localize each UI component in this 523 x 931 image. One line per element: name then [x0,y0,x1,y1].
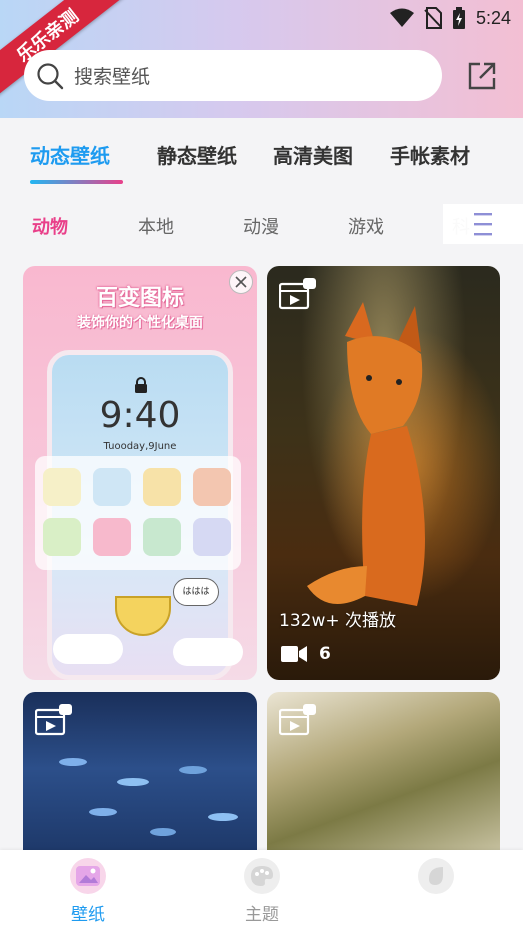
cartoon-app-icon [143,468,181,506]
lock-icon [135,377,147,393]
tab-dynamic-wallpaper[interactable]: 动态壁纸 [30,140,110,169]
wallpaper-card-abstract[interactable] [267,692,500,850]
app-icon-grid [35,456,241,570]
nav-theme[interactable]: 主题 [222,858,302,925]
video-count-value: 6 [319,644,331,664]
wallpaper-grid: 百变图标 装饰你的个性化桌面 9:40 Tuooday,9June ははは 13… [0,258,523,850]
main-tabs: 动态壁纸 静态壁纸 高清美图 手帐素材 [0,118,523,190]
cloud-decoration [53,634,123,664]
phone-time: 9:40 [99,395,181,436]
active-tab-indicator [30,180,123,184]
nav-wallpaper-label: 壁纸 [71,905,105,925]
ad-close-button[interactable] [229,270,253,294]
ad-subtitle: 装饰你的个性化桌面 [77,315,203,331]
category-menu-button[interactable] [443,204,523,244]
cartoon-app-icon [43,468,81,506]
profile-icon [418,858,454,894]
cartoon-app-icon [193,518,231,556]
no-sim-icon [424,7,442,29]
share-icon[interactable] [466,60,498,92]
dynamic-wallpaper-badge-icon [35,704,72,736]
phone-date: Tuooday,9June [103,441,177,452]
category-tab-animals[interactable]: 动物 [32,213,68,239]
cartoon-app-icon [93,468,131,506]
nav-profile[interactable] [396,858,476,900]
cartoon-app-icon [143,518,181,556]
search-placeholder: 搜索壁纸 [74,66,151,88]
cartoon-app-icon [93,518,131,556]
ad-title: 百变图标 [95,286,184,311]
ad-card[interactable]: 百变图标 装饰你的个性化桌面 9:40 Tuooday,9June ははは [23,266,257,680]
status-time: 5:24 [475,7,511,28]
category-tabs: 动物 本地 动漫 游戏 科 [0,190,523,258]
bottom-navigation: 壁纸 主题 [0,850,523,931]
battery-charging-icon [452,7,465,29]
search-icon [37,62,64,89]
category-tab-local[interactable]: 本地 [138,213,174,239]
category-tab-games[interactable]: 游戏 [348,213,384,239]
cartoon-app-icon [43,518,81,556]
wifi-icon [389,8,414,27]
close-icon [235,276,247,288]
search-box[interactable]: 搜索壁纸 [24,50,442,101]
nav-wallpaper[interactable]: 壁纸 [48,858,128,925]
dynamic-wallpaper-badge-icon [279,704,316,736]
cloud-decoration [173,638,243,666]
video-count: 6 [281,644,331,664]
wallpaper-card-fox[interactable]: 132w+ 次播放 6 [267,266,500,680]
speech-bubble: ははは [173,578,219,606]
play-count: 132w+ 次播放 [279,611,396,631]
tab-journal-materials[interactable]: 手帐素材 [390,140,470,169]
category-tab-anime[interactable]: 动漫 [243,213,279,239]
wallpaper-nav-icon [70,858,106,894]
tab-static-wallpaper[interactable]: 静态壁纸 [157,140,237,169]
nav-theme-label: 主题 [245,905,279,925]
status-bar: 5:24 [389,6,511,30]
header: 乐乐亲测 5:24 搜索壁纸 [0,0,523,118]
cartoon-app-icon [193,468,231,506]
wallpaper-card-fish[interactable] [23,692,257,850]
video-camera-icon [281,646,307,662]
palette-icon [244,858,280,894]
tab-hd-images[interactable]: 高清美图 [273,140,353,169]
menu-icon [474,213,492,236]
dynamic-wallpaper-badge-icon [279,278,316,310]
